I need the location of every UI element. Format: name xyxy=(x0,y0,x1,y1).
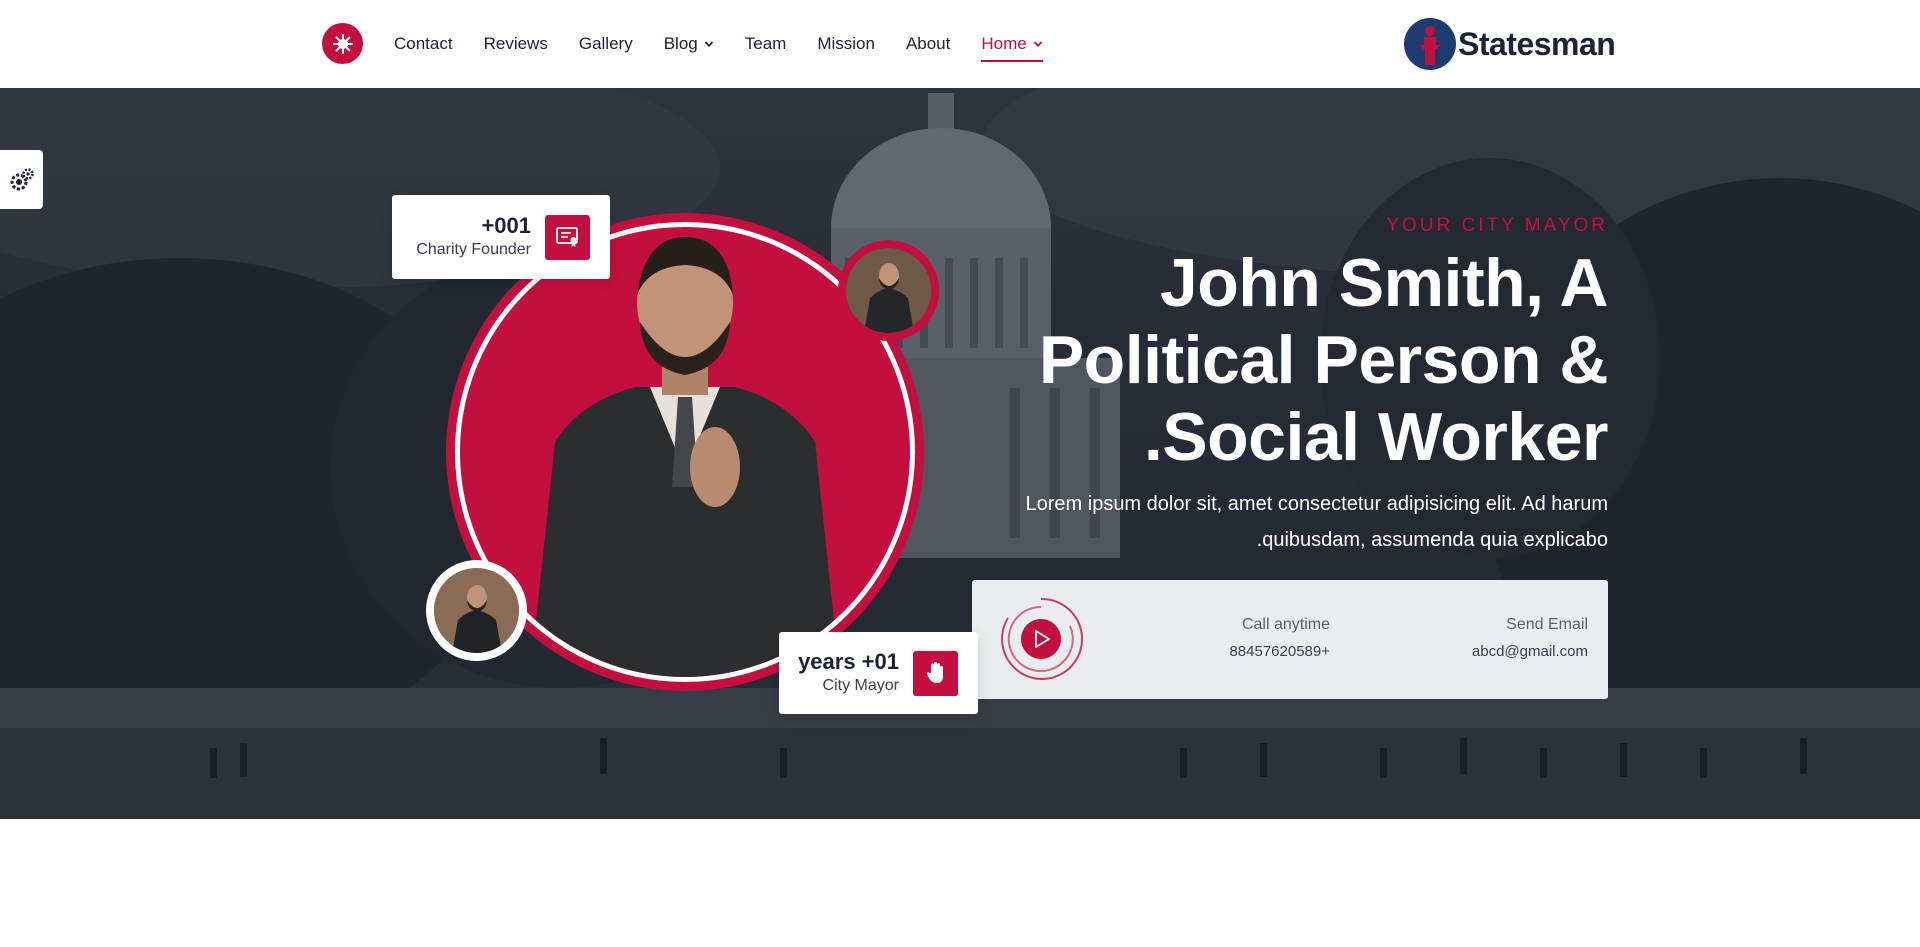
nav-item-reviews[interactable]: Reviews xyxy=(484,0,548,88)
nav-label: About xyxy=(905,34,951,53)
play-icon xyxy=(1001,597,1084,680)
email-label: Send Email xyxy=(1506,616,1588,633)
nav-item-team[interactable]: Team xyxy=(745,0,787,88)
sunburst-icon xyxy=(332,33,353,54)
nav-label: Contact xyxy=(394,34,453,53)
charity-founder-card: +001 Charity Founder xyxy=(392,195,610,279)
brand-name: Statesman xyxy=(1458,25,1616,62)
chevron-down-icon xyxy=(1033,41,1042,48)
nav-item-contact[interactable]: Contact xyxy=(394,0,453,88)
hero-description: Lorem ipsum dolor sit, amet consectetur … xyxy=(968,486,1609,558)
site-header: Contact Reviews Gallery Blog Team Missio… xyxy=(0,0,1920,88)
stat-number: +001 xyxy=(481,213,531,238)
play-video-button[interactable] xyxy=(998,596,1084,682)
headline-line: Political Person & xyxy=(1038,322,1609,398)
headline-line: .Social Worker xyxy=(1143,399,1609,475)
headline-line: John Smith, A xyxy=(1159,245,1609,321)
certificate-icon xyxy=(545,214,590,260)
main-nav: Contact Reviews Gallery Blog Team Missio… xyxy=(394,0,1074,88)
stat-label: Charity Founder xyxy=(416,241,531,258)
stat-label: City Mayor xyxy=(822,677,899,694)
hand-icon xyxy=(913,650,958,696)
nav-label: Blog xyxy=(663,34,698,53)
nav-item-gallery[interactable]: Gallery xyxy=(579,0,633,88)
nav-item-about[interactable]: About xyxy=(906,0,950,88)
nav-item-home[interactable]: Home xyxy=(981,0,1044,88)
gears-icon xyxy=(10,167,34,190)
hero-headline: John Smith, A Political Person & .Social… xyxy=(988,245,1609,476)
description-line: .quibusdam, assumenda quia explicabo xyxy=(1256,529,1608,551)
settings-toggle-button[interactable] xyxy=(0,150,43,209)
nav-label: Mission xyxy=(817,34,875,53)
nav-item-blog[interactable]: Blog xyxy=(664,0,714,88)
nav-label: Home xyxy=(981,34,1027,53)
nav-label: Gallery xyxy=(578,34,633,53)
stat-number: years +01 xyxy=(798,649,899,674)
description-line: Lorem ipsum dolor sit, amet consectetur … xyxy=(1025,493,1609,515)
city-mayor-card: years +01 City Mayor xyxy=(779,632,978,714)
menu-toggle-button[interactable] xyxy=(322,23,363,64)
nav-item-mission[interactable]: Mission xyxy=(817,0,875,88)
contact-panel: Call anytime 88457620589+ Send Email abc… xyxy=(972,580,1608,699)
email-info: Send Email abcd@gmail.com xyxy=(1472,614,1588,664)
nav-label: Reviews xyxy=(483,34,548,53)
chevron-down-icon xyxy=(704,41,713,48)
call-label: Call anytime xyxy=(1241,616,1330,633)
hero-eyebrow: YOUR CITY MAYOR xyxy=(1386,215,1608,236)
phone-link[interactable]: 88457620589+ xyxy=(1229,640,1330,664)
call-info: Call anytime 88457620589+ xyxy=(1229,614,1330,664)
email-link[interactable]: abcd@gmail.com xyxy=(1472,640,1588,664)
brand-logo-link[interactable]: Statesman xyxy=(1404,18,1616,70)
profile-thumbnail-top xyxy=(838,240,939,341)
profile-thumbnail-bottom xyxy=(426,560,527,661)
nav-label: Team xyxy=(744,34,787,53)
podium-person-logo-icon xyxy=(1404,18,1456,70)
